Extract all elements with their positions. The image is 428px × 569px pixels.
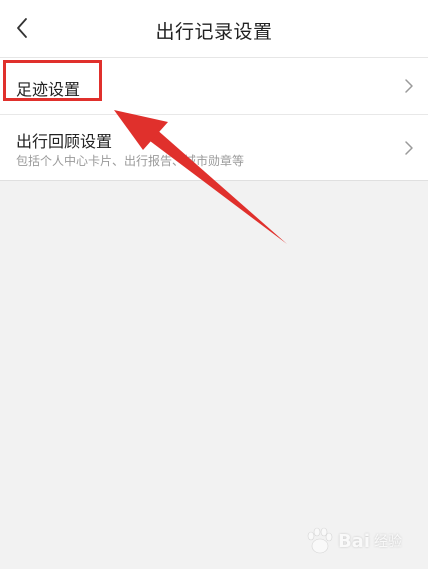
- settings-list: 足迹设置 出行回顾设置 包括个人中心卡片、出行报告、城市勋章等: [0, 58, 428, 181]
- watermark-brand: Bai: [337, 530, 370, 552]
- list-item-travel-review-settings[interactable]: 出行回顾设置 包括个人中心卡片、出行报告、城市勋章等: [0, 115, 428, 181]
- watermark-sub: 经验: [374, 534, 402, 550]
- chevron-right-icon: [405, 79, 413, 93]
- list-item-subtitle: 包括个人中心卡片、出行报告、城市勋章等: [16, 154, 245, 168]
- paw-logo: [307, 527, 333, 554]
- list-item-title: 出行回顾设置: [16, 132, 113, 151]
- list-item-title: 足迹设置: [16, 80, 81, 99]
- page-title: 出行记录设置: [155, 21, 273, 43]
- top-nav-bar: 出行记录设置: [0, 0, 428, 58]
- list-item-footprint-settings[interactable]: 足迹设置: [0, 58, 428, 115]
- chevron-right-icon: [405, 141, 413, 155]
- baidu-watermark: Bai 经验: [304, 527, 402, 555]
